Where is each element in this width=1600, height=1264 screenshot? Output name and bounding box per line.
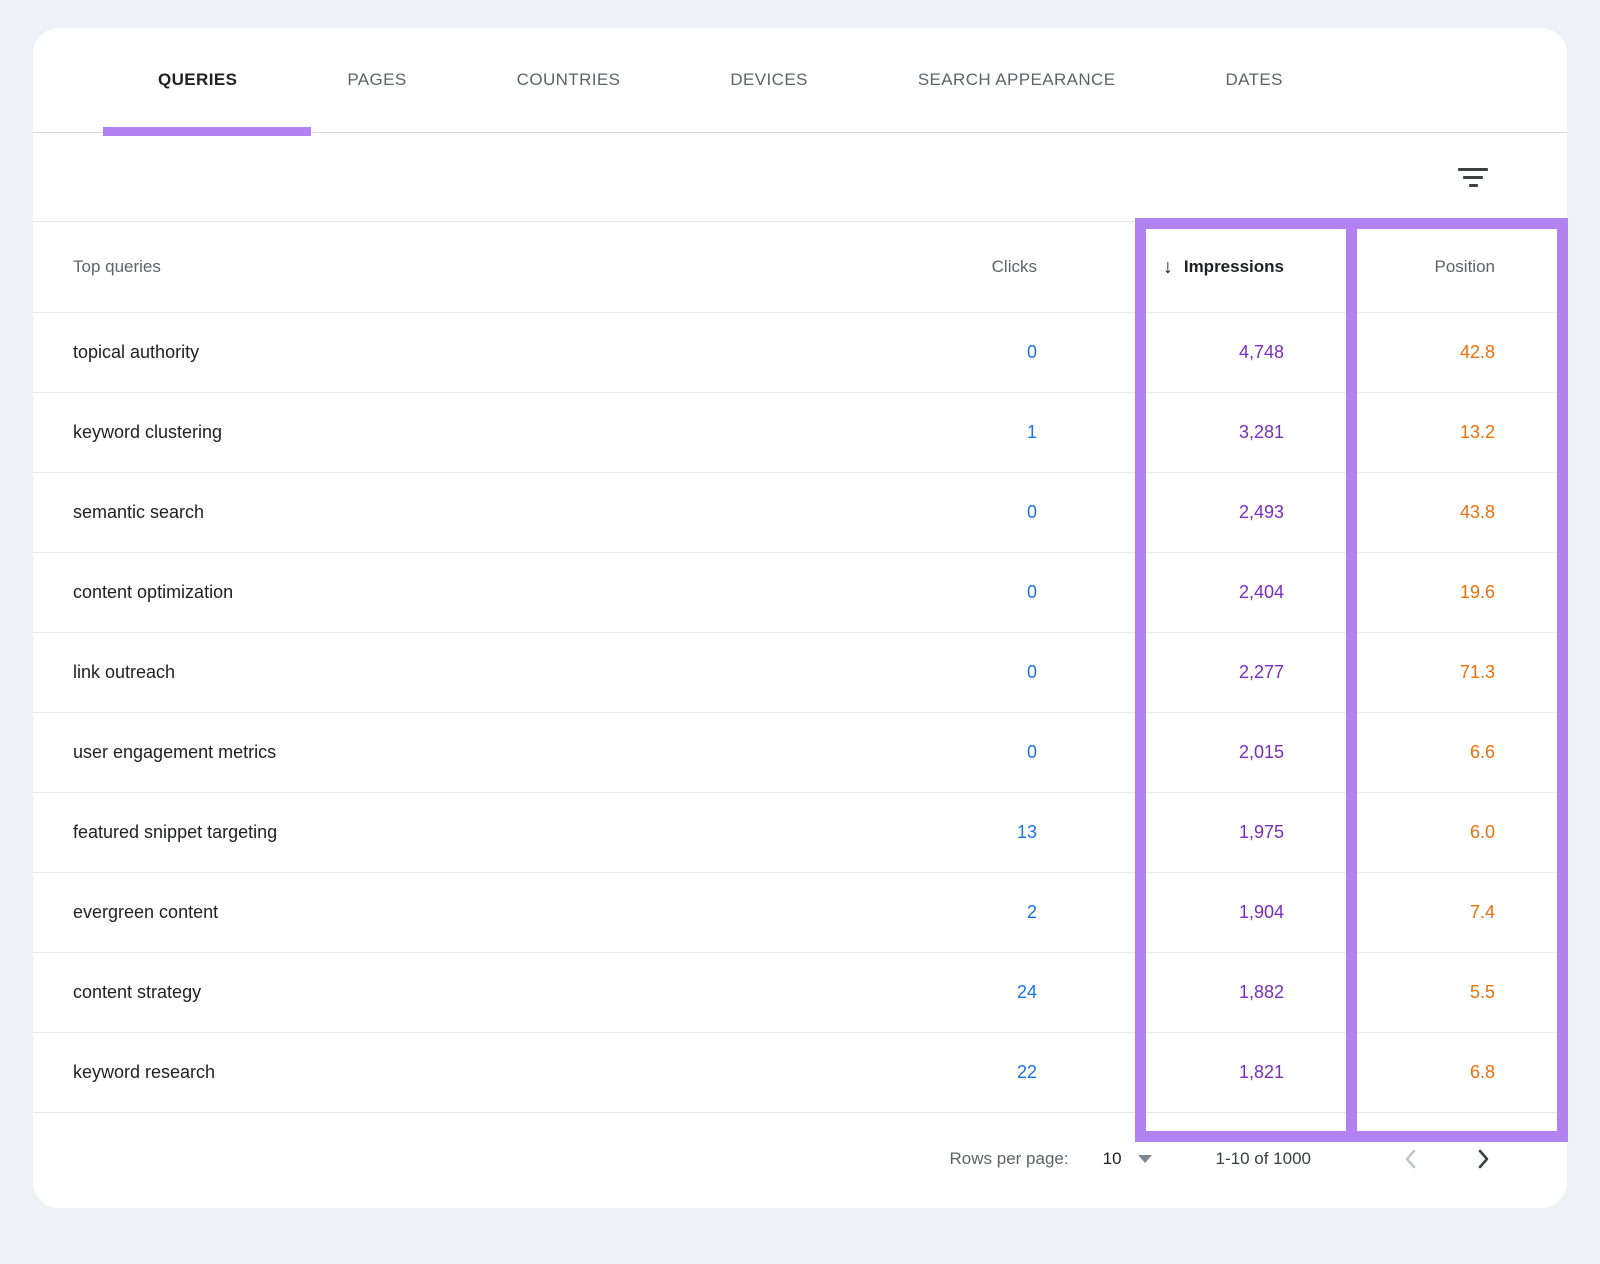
query-cell: evergreen content	[73, 902, 917, 923]
impressions-cell: 2,277	[1037, 662, 1284, 683]
column-header-clicks[interactable]: Clicks	[917, 257, 1037, 277]
table-row[interactable]: content optimization 0 2,404 19.6	[33, 552, 1567, 632]
clicks-cell: 0	[917, 342, 1037, 363]
impressions-cell: 1,821	[1037, 1062, 1284, 1083]
chevron-left-icon	[1403, 1147, 1419, 1171]
rows-per-page-dropdown-icon[interactable]	[1138, 1155, 1152, 1163]
clicks-cell: 0	[917, 662, 1037, 683]
clicks-cell: 0	[917, 582, 1037, 603]
clicks-cell: 0	[917, 502, 1037, 523]
position-cell: 6.8	[1284, 1062, 1495, 1083]
tab-devices[interactable]: DEVICES	[675, 28, 862, 132]
tab-pages[interactable]: PAGES	[292, 28, 461, 132]
impressions-cell: 1,975	[1037, 822, 1284, 843]
query-cell: featured snippet targeting	[73, 822, 917, 843]
query-cell: keyword clustering	[73, 422, 917, 443]
column-header-top-queries[interactable]: Top queries	[73, 257, 917, 277]
table-body: topical authority 0 4,748 42.8 keyword c…	[33, 312, 1567, 1112]
query-cell: user engagement metrics	[73, 742, 917, 763]
table-row[interactable]: evergreen content 2 1,904 7.4	[33, 872, 1567, 952]
query-cell: topical authority	[73, 342, 917, 363]
tab-dates[interactable]: DATES	[1170, 28, 1337, 132]
tab-queries[interactable]: QUERIES	[103, 28, 292, 132]
impressions-cell: 1,904	[1037, 902, 1284, 923]
clicks-cell: 0	[917, 742, 1037, 763]
clicks-cell: 13	[917, 822, 1037, 843]
position-cell: 5.5	[1284, 982, 1495, 1003]
tab-search-appearance[interactable]: SEARCH APPEARANCE	[863, 28, 1171, 132]
table-row[interactable]: keyword clustering 1 3,281 13.2	[33, 392, 1567, 472]
pagination-range-label: 1-10 of 1000	[1216, 1149, 1311, 1169]
query-cell: keyword research	[73, 1062, 917, 1083]
table-row[interactable]: keyword research 22 1,821 6.8	[33, 1032, 1567, 1112]
column-header-impressions-label: Impressions	[1184, 257, 1284, 277]
table-row[interactable]: featured snippet targeting 13 1,975 6.0	[33, 792, 1567, 872]
impressions-cell: 2,015	[1037, 742, 1284, 763]
rows-per-page-value[interactable]: 10	[1103, 1149, 1122, 1169]
impressions-cell: 3,281	[1037, 422, 1284, 443]
filter-list-icon[interactable]	[1456, 165, 1490, 189]
query-cell: content strategy	[73, 982, 917, 1003]
position-cell: 7.4	[1284, 902, 1495, 923]
impressions-cell: 1,882	[1037, 982, 1284, 1003]
sort-desc-arrow-icon: ↓	[1163, 257, 1173, 277]
impressions-cell: 2,404	[1037, 582, 1284, 603]
table-row[interactable]: topical authority 0 4,748 42.8	[33, 312, 1567, 392]
performance-card: QUERIES PAGES COUNTRIES DEVICES SEARCH A…	[33, 28, 1567, 1208]
position-cell: 6.0	[1284, 822, 1495, 843]
position-cell: 71.3	[1284, 662, 1495, 683]
rows-per-page-label: Rows per page:	[950, 1149, 1069, 1169]
chevron-right-icon	[1475, 1147, 1491, 1171]
previous-page-button[interactable]	[1403, 1147, 1419, 1171]
impressions-cell: 4,748	[1037, 342, 1284, 363]
pagination-bar: Rows per page: 10 1-10 of 1000	[33, 1112, 1567, 1204]
query-cell: link outreach	[73, 662, 917, 683]
position-cell: 43.8	[1284, 502, 1495, 523]
position-cell: 42.8	[1284, 342, 1495, 363]
table-row[interactable]: content strategy 24 1,882 5.5	[33, 952, 1567, 1032]
table-row[interactable]: user engagement metrics 0 2,015 6.6	[33, 712, 1567, 792]
clicks-cell: 22	[917, 1062, 1037, 1083]
position-cell: 13.2	[1284, 422, 1495, 443]
query-cell: content optimization	[73, 582, 917, 603]
impressions-cell: 2,493	[1037, 502, 1284, 523]
tab-countries[interactable]: COUNTRIES	[462, 28, 676, 132]
table-row[interactable]: semantic search 0 2,493 43.8	[33, 472, 1567, 552]
table-header-row: Top queries Clicks ↓ Impressions Positio…	[33, 222, 1567, 312]
next-page-button[interactable]	[1475, 1147, 1491, 1171]
position-cell: 6.6	[1284, 742, 1495, 763]
table-row[interactable]: link outreach 0 2,277 71.3	[33, 632, 1567, 712]
column-header-impressions[interactable]: ↓ Impressions	[1037, 257, 1284, 277]
clicks-cell: 2	[917, 902, 1037, 923]
clicks-cell: 1	[917, 422, 1037, 443]
query-cell: semantic search	[73, 502, 917, 523]
column-header-position[interactable]: Position	[1284, 257, 1495, 277]
active-tab-indicator	[103, 127, 311, 136]
table-toolbar	[33, 133, 1567, 222]
position-cell: 19.6	[1284, 582, 1495, 603]
tab-bar: QUERIES PAGES COUNTRIES DEVICES SEARCH A…	[33, 28, 1567, 133]
clicks-cell: 24	[917, 982, 1037, 1003]
